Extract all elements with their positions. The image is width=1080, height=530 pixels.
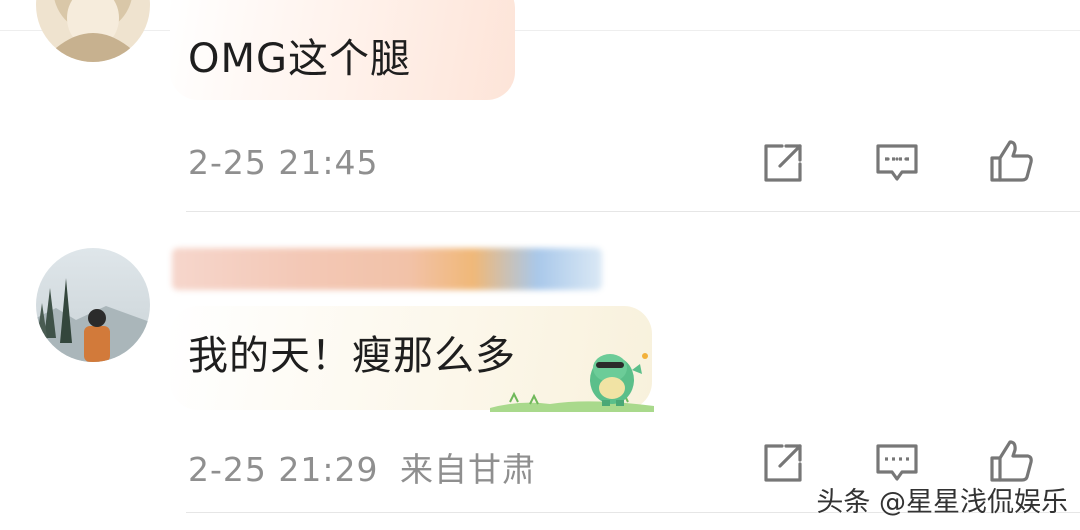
thumbs-up-icon[interactable]: [988, 438, 1034, 484]
avatar[interactable]: [36, 248, 150, 362]
username-obscured: [172, 248, 602, 290]
comment-timestamp: 2-25 21:29: [188, 450, 379, 489]
comment-divider: [186, 211, 1080, 212]
share-box-icon[interactable]: [760, 140, 806, 186]
comment-location: 来自甘肃: [400, 450, 536, 489]
comment-text: 我的天！瘦那么多: [188, 333, 516, 379]
header-divider: [0, 30, 1080, 31]
comment-timestamp-location: 2-25 21:29 来自甘肃: [188, 443, 536, 491]
comment-timestamp: 2-25 21:45: [188, 143, 379, 182]
comment-bubble-icon[interactable]: [874, 140, 920, 186]
avatar[interactable]: [36, 0, 150, 62]
dino-sticker-icon: [490, 340, 654, 412]
share-box-icon[interactable]: [760, 440, 806, 486]
comment-text: OMG这个腿: [188, 36, 411, 82]
thumbs-up-icon[interactable]: [988, 138, 1034, 184]
watermark: 头条 @星星浅侃娱乐: [816, 487, 1068, 518]
